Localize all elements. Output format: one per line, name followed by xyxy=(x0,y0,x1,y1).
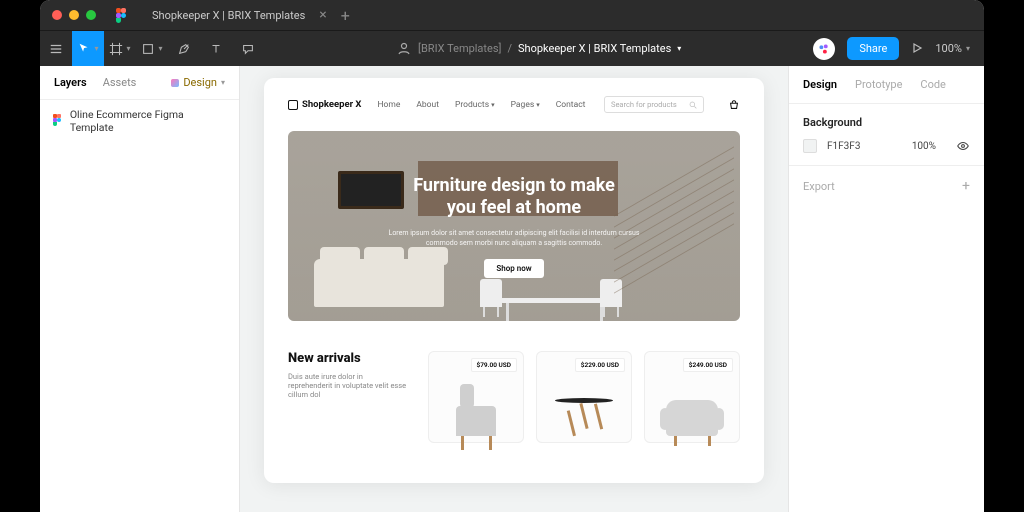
color-opacity[interactable]: 100% xyxy=(912,141,936,152)
style-icon xyxy=(171,79,179,87)
design-frame[interactable]: Shopkeeper X Home About Products▾ Pages▾… xyxy=(264,78,764,483)
nav-about: About xyxy=(416,100,439,110)
tab-code[interactable]: Code xyxy=(920,78,945,91)
figma-window: Shopkeeper X | BRIX Templates × + ▾ ▾ ▾ xyxy=(40,0,984,512)
present-button[interactable] xyxy=(911,39,923,58)
breadcrumb-file[interactable]: Shopkeeper X | BRIX Templates xyxy=(518,42,671,55)
tool-group-left: ▾ ▾ ▾ xyxy=(40,31,264,66)
site-nav: Shopkeeper X Home About Products▾ Pages▾… xyxy=(288,96,740,113)
minimize-icon[interactable] xyxy=(69,10,79,20)
section-heading: New arrivals xyxy=(288,351,408,366)
figma-logo-icon xyxy=(52,114,62,128)
layer-item[interactable]: Oline Ecommerce Figma Template xyxy=(40,100,239,142)
hero-subtitle: Lorem ipsum dolor sit amet consectetur a… xyxy=(374,228,654,249)
search-input: Search for products xyxy=(604,96,704,113)
cart-icon xyxy=(728,99,740,111)
user-icon xyxy=(396,41,412,57)
tab-layers[interactable]: Layers xyxy=(54,76,87,89)
text-tool[interactable] xyxy=(200,31,232,67)
right-panel: Design Prototype Code Background F1F3F3 … xyxy=(788,66,984,512)
price-badge: $249.00 USD xyxy=(683,358,733,372)
section-heading: Background xyxy=(803,116,970,129)
layer-label: Oline Ecommerce Figma Template xyxy=(70,108,227,134)
table-icon xyxy=(555,398,613,403)
nav-contact: Contact xyxy=(556,100,586,110)
section-heading: Export xyxy=(803,180,835,193)
main-menu-button[interactable] xyxy=(40,31,72,67)
bag-icon xyxy=(288,100,298,110)
toolbar: ▾ ▾ ▾ [BRIX Templates] / Shopkeeper X | … xyxy=(40,30,984,66)
tab-assets[interactable]: Assets xyxy=(103,76,137,89)
hero-cta-button: Shop now xyxy=(484,259,543,278)
color-hex[interactable]: F1F3F3 xyxy=(827,141,860,152)
file-tab[interactable]: Shopkeeper X | BRIX Templates × xyxy=(152,7,327,23)
maximize-icon[interactable] xyxy=(86,10,96,20)
product-card: $229.00 USD xyxy=(536,351,632,443)
breadcrumb-team[interactable]: [BRIX Templates] xyxy=(418,42,501,55)
tab-prototype[interactable]: Prototype xyxy=(855,78,902,91)
frame-tool[interactable]: ▾ xyxy=(104,31,136,67)
search-icon xyxy=(689,101,697,109)
page-selector[interactable]: Design ▾ xyxy=(171,76,225,89)
nav-products: Products▾ xyxy=(455,100,495,110)
section-subtext: Duis aute irure dolor in reprehenderit i… xyxy=(288,372,408,399)
tool-group-right: Share 100%▾ xyxy=(813,37,984,60)
nav-home: Home xyxy=(377,100,400,110)
color-swatch[interactable] xyxy=(803,139,817,153)
move-tool[interactable]: ▾ xyxy=(72,31,104,67)
traffic-lights xyxy=(52,10,96,20)
add-export-button[interactable]: + xyxy=(962,178,970,194)
zoom-control[interactable]: 100%▾ xyxy=(935,42,970,55)
price-badge: $229.00 USD xyxy=(575,358,625,372)
comment-tool[interactable] xyxy=(232,31,264,67)
tab-design[interactable]: Design xyxy=(803,78,837,91)
armchair-icon xyxy=(666,400,718,436)
price-badge: $79.00 USD xyxy=(471,358,518,372)
nav-pages: Pages▾ xyxy=(511,100,540,110)
breadcrumb: [BRIX Templates] / Shopkeeper X | BRIX T… xyxy=(264,41,813,57)
close-icon[interactable] xyxy=(52,10,62,20)
chair-icon xyxy=(456,406,496,436)
product-card: $79.00 USD xyxy=(428,351,524,443)
hero: Furniture design to make you feel at hom… xyxy=(288,131,740,321)
file-tab-title: Shopkeeper X | BRIX Templates xyxy=(152,9,305,22)
site-brand: Shopkeeper X xyxy=(288,99,361,110)
product-card: $249.00 USD xyxy=(644,351,740,443)
new-arrivals-section: New arrivals Duis aute irure dolor in re… xyxy=(288,351,740,443)
background-section: Background F1F3F3 100% xyxy=(789,104,984,166)
hero-title: Furniture design to make you feel at hom… xyxy=(374,175,654,220)
figma-logo-icon xyxy=(114,8,128,22)
export-section: Export + xyxy=(789,166,984,206)
shape-tool[interactable]: ▾ xyxy=(136,31,168,67)
new-tab-button[interactable]: + xyxy=(341,6,350,25)
canvas[interactable]: Shopkeeper X Home About Products▾ Pages▾… xyxy=(240,66,788,512)
pen-tool[interactable] xyxy=(168,31,200,67)
close-tab-icon[interactable]: × xyxy=(319,7,326,23)
visibility-icon[interactable] xyxy=(956,139,970,153)
avatar[interactable] xyxy=(813,38,835,60)
window-titlebar: Shopkeeper X | BRIX Templates × + xyxy=(40,0,984,30)
share-button[interactable]: Share xyxy=(847,37,899,60)
left-panel: Layers Assets Design ▾ Oline Ecommerce F… xyxy=(40,66,240,512)
